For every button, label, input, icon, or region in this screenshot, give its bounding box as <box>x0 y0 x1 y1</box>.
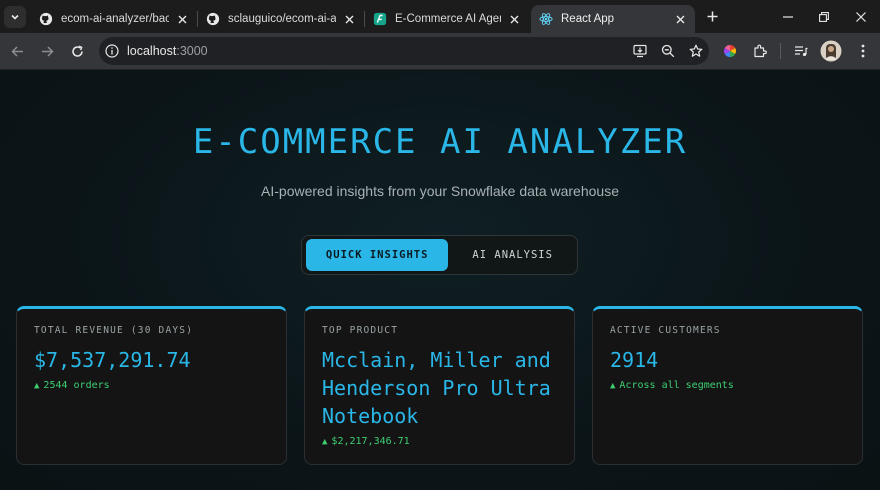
new-tab-button[interactable] <box>699 4 725 30</box>
profile-button[interactable] <box>817 37 845 65</box>
metric-delta-text: 2544 orders <box>43 380 110 391</box>
url-port: :3000 <box>176 44 208 58</box>
avatar <box>820 40 842 62</box>
plus-icon <box>707 11 717 22</box>
metric-card-active-customers: ACTIVE CUSTOMERS 2914 ▲ Across all segmen… <box>592 306 863 465</box>
browser-tab-3[interactable]: E-Commerce AI Agents A <box>365 5 529 33</box>
forward-arrow-icon <box>41 45 54 57</box>
restore-icon <box>819 11 829 22</box>
metric-label: TOP PRODUCT <box>322 325 399 336</box>
bookmark-button[interactable] <box>682 37 710 65</box>
more-vertical-icon <box>861 44 865 58</box>
metric-card-revenue: TOTAL REVENUE (30 DAYS) $7,537,291.74 ▲ 2… <box>16 306 287 465</box>
install-icon <box>633 44 647 58</box>
metric-delta-text: $2,217,346.71 <box>331 436 410 447</box>
reload-icon <box>71 45 83 57</box>
app-page: E-COMMERCE AI ANALYZER AI-powered insigh… <box>0 69 880 490</box>
github-icon <box>39 12 53 26</box>
toolbar-divider <box>780 43 781 59</box>
puzzle-icon <box>754 44 767 58</box>
browser-menu-button[interactable] <box>849 37 877 65</box>
zoom-out-icon <box>661 44 675 58</box>
browser-tab-bar: ecom-ai-analyzer/backen sclauguico/ecom-… <box>0 0 880 33</box>
metric-delta: ▲ 2544 orders <box>34 380 269 391</box>
close-tab-icon[interactable] <box>342 12 356 26</box>
tab-title: ecom-ai-analyzer/backen <box>61 13 169 25</box>
color-wheel-icon <box>723 45 737 57</box>
metric-value: 2914 <box>610 348 659 372</box>
extensions-button[interactable] <box>746 37 774 65</box>
tab-search-button[interactable] <box>4 5 26 28</box>
github-icon <box>206 12 220 26</box>
flowise-icon <box>373 12 387 26</box>
tab-title: E-Commerce AI Agents A <box>395 13 501 25</box>
view-tab-group: QUICK INSIGHTS AI ANALYSIS <box>301 235 578 275</box>
close-tab-icon[interactable] <box>507 12 521 26</box>
chevron-down-icon <box>11 14 19 20</box>
color-extension-button[interactable] <box>716 37 744 65</box>
up-arrow-icon: ▲ <box>34 381 40 391</box>
metric-value: $7,537,291.74 <box>34 348 191 372</box>
browser-tab-2[interactable]: sclauguico/ecom-ai-analy <box>198 5 364 33</box>
react-icon <box>539 13 553 25</box>
close-tab-icon[interactable] <box>673 12 687 26</box>
forward-button[interactable] <box>33 37 61 65</box>
url-text: localhost:3000 <box>127 44 208 58</box>
tab-quick-insights[interactable]: QUICK INSIGHTS <box>306 239 449 271</box>
browser-toolbar: localhost:3000 <box>0 33 880 69</box>
browser-tab-1[interactable]: ecom-ai-analyzer/backen <box>31 5 197 33</box>
browser-tab-active[interactable]: React App <box>531 5 695 33</box>
metric-label: TOTAL REVENUE (30 DAYS) <box>34 325 194 336</box>
metric-value: Mcclain, Miller and Henderson Pro Ultra … <box>322 348 551 428</box>
address-bar[interactable]: localhost:3000 <box>99 37 709 65</box>
close-tab-icon[interactable] <box>175 12 189 26</box>
reload-button[interactable] <box>63 37 91 65</box>
tab-title: sclauguico/ecom-ai-analy <box>228 13 336 25</box>
info-icon[interactable] <box>105 44 119 58</box>
metric-delta: ▲ Across all segments <box>610 380 845 391</box>
metric-delta-text: Across all segments <box>619 380 734 391</box>
metric-label: ACTIVE CUSTOMERS <box>610 325 721 336</box>
minimize-button[interactable] <box>770 0 806 33</box>
back-arrow-icon <box>10 45 23 57</box>
metric-card-top-product: TOP PRODUCT Mcclain, Miller and Henderso… <box>304 306 575 465</box>
zoom-button[interactable] <box>654 37 682 65</box>
tab-title: React App <box>561 13 615 25</box>
playlist-icon <box>795 46 808 57</box>
url-host: localhost <box>127 44 177 58</box>
minimize-icon <box>783 15 793 18</box>
install-app-button[interactable] <box>626 37 654 65</box>
star-icon <box>689 44 703 57</box>
media-controls-button[interactable] <box>787 37 815 65</box>
close-icon <box>856 11 866 22</box>
up-arrow-icon: ▲ <box>610 381 616 391</box>
close-window-button[interactable] <box>843 0 879 33</box>
page-subtitle: AI-powered insights from your Snowflake … <box>261 183 619 199</box>
up-arrow-icon: ▲ <box>322 437 328 447</box>
tab-ai-analysis[interactable]: AI ANALYSIS <box>452 239 573 271</box>
metric-delta: ▲ $2,217,346.71 <box>322 436 557 447</box>
page-title: E-COMMERCE AI ANALYZER <box>192 122 688 162</box>
toolbar-actions <box>716 37 877 65</box>
back-button[interactable] <box>3 37 31 65</box>
omnibox-actions <box>626 37 710 65</box>
restore-button[interactable] <box>806 0 842 33</box>
